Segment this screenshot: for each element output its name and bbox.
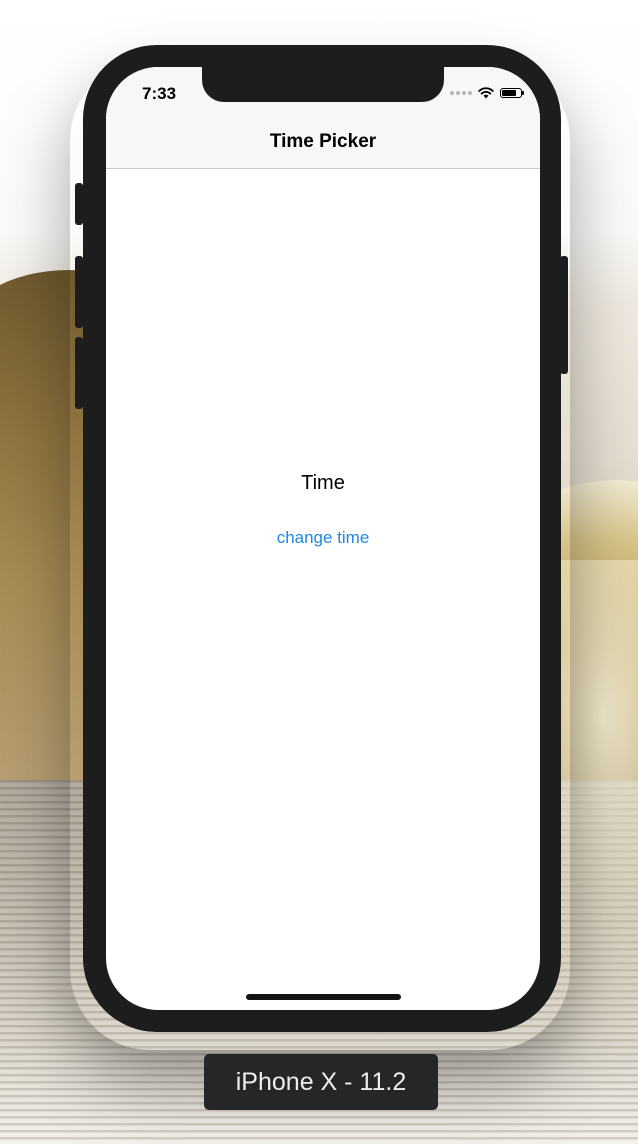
battery-icon [500, 88, 524, 98]
change-time-button[interactable]: change time [106, 528, 540, 548]
status-time: 7:33 [142, 84, 177, 103]
signal-dots-icon [450, 91, 472, 95]
battery-level [502, 90, 516, 96]
wifi-icon [478, 87, 494, 99]
nav-title: Time Picker [269, 131, 377, 152]
mute-switch [75, 183, 83, 225]
status-icons [450, 86, 524, 100]
device-screen: 7:33 Time Picker Time change time [106, 67, 540, 1010]
simulator-device-label: iPhone X - 11.2 [204, 1054, 438, 1110]
device-label-text: iPhone X - 11.2 [235, 1067, 407, 1096]
volume-down-button [75, 337, 83, 409]
side-power-button [560, 256, 568, 374]
home-indicator[interactable] [246, 994, 401, 1000]
volume-up-button [75, 256, 83, 328]
notch [202, 67, 444, 102]
navigation-bar: Time Picker [106, 117, 540, 169]
time-label: Time [301, 472, 345, 494]
